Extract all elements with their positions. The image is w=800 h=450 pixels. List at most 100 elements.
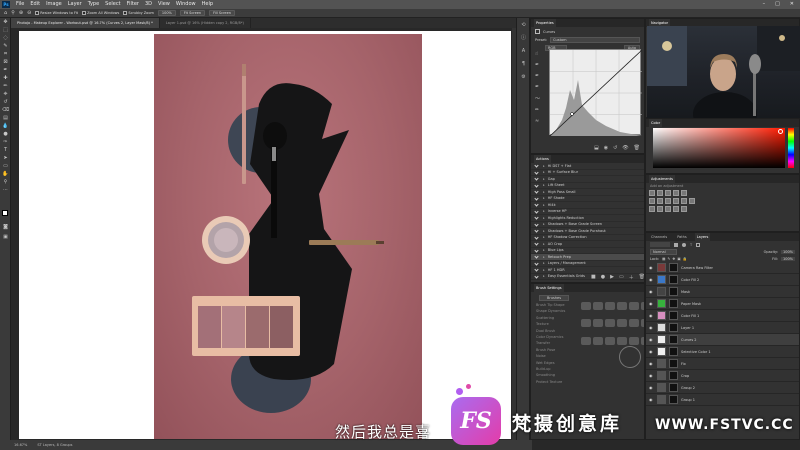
healing-brush-tool-icon[interactable]: ✚: [0, 74, 11, 82]
resize-windows-checkbox[interactable]: Resize Windows to Fit: [35, 11, 78, 15]
zoom-100-button[interactable]: 100%: [157, 10, 176, 16]
checkmark-icon[interactable]: [534, 209, 539, 214]
black-white-icon[interactable]: [665, 198, 671, 204]
frame-tool-icon[interactable]: ⊠: [0, 58, 11, 66]
layer-mask-thumbnail[interactable]: [669, 275, 678, 284]
foreground-color-swatch[interactable]: [2, 210, 8, 216]
info-panel-icon[interactable]: ⓘ: [517, 31, 530, 44]
glyphs-panel-icon[interactable]: ⚙: [517, 70, 530, 83]
document-tab-inactive[interactable]: Layer 1.psd @ 16% (Hidden copy 2, RGB/8*…: [160, 18, 251, 28]
gradient-map-icon[interactable]: [673, 206, 679, 212]
curves-graph[interactable]: [549, 49, 642, 136]
visibility-eye-icon[interactable]: ◉: [649, 349, 654, 354]
folder-icon[interactable]: ▸: [543, 261, 545, 265]
clip-to-layer-icon[interactable]: ⬓: [594, 145, 599, 151]
clone-stamp-tool-icon[interactable]: ⎈: [0, 90, 11, 98]
zoom-tool-icon[interactable]: ⚲: [11, 10, 15, 16]
new-set-icon[interactable]: ▭: [619, 274, 624, 281]
folder-icon[interactable]: ▸: [543, 268, 545, 272]
layer-row[interactable]: ◉ Layer 1: [646, 322, 799, 334]
tab-paths[interactable]: Paths: [675, 233, 689, 241]
menu-3d[interactable]: 3D: [145, 0, 152, 9]
checkmark-icon[interactable]: [534, 267, 539, 272]
checkmark-icon[interactable]: [534, 183, 539, 188]
eraser-tool-icon[interactable]: ⌫: [0, 106, 11, 114]
brush-option[interactable]: Protect Texture: [536, 380, 644, 386]
menu-file[interactable]: File: [16, 0, 24, 9]
layer-row[interactable]: ◉ Camera Raw Filter: [646, 262, 799, 274]
scrubby-zoom-checkbox[interactable]: Scrubby Zoom: [123, 11, 154, 15]
layer-row[interactable]: ◉ Color Fill 2: [646, 274, 799, 286]
layer-thumbnail[interactable]: [657, 299, 666, 308]
layer-mask-thumbnail[interactable]: [669, 359, 678, 368]
layer-thumbnail[interactable]: [657, 371, 666, 380]
screen-mode-icon[interactable]: ▣: [0, 233, 11, 241]
checkmark-icon[interactable]: [534, 248, 539, 253]
preset-select[interactable]: Custom: [550, 37, 640, 43]
view-previous-icon[interactable]: ◉: [604, 145, 608, 151]
maximize-button[interactable]: □: [775, 0, 780, 9]
path-select-tool-icon[interactable]: ➤: [0, 154, 11, 162]
gray-point-eyedropper-icon[interactable]: ✒: [535, 73, 545, 79]
opacity-field[interactable]: 100%: [780, 250, 795, 254]
adjustment-filter-icon[interactable]: [682, 242, 686, 247]
folder-icon[interactable]: ▸: [543, 177, 545, 181]
layer-thumbnail[interactable]: [657, 359, 666, 368]
checkmark-icon[interactable]: [534, 163, 539, 168]
layer-thumbnail[interactable]: [657, 311, 666, 320]
more-tools-icon[interactable]: ⋯: [0, 186, 11, 194]
hue-saturation-icon[interactable]: [649, 198, 655, 204]
brush-tool-icon[interactable]: ✏: [0, 82, 11, 90]
document-photo[interactable]: [154, 34, 422, 439]
on-image-adjust-icon[interactable]: ☝: [535, 51, 545, 57]
white-point-eyedropper-icon[interactable]: ✒: [535, 84, 545, 90]
posterize-icon[interactable]: [657, 206, 663, 212]
visibility-eye-icon[interactable]: ◉: [649, 301, 654, 306]
folder-icon[interactable]: ▸: [543, 274, 545, 278]
hue-slider[interactable]: [788, 128, 794, 168]
pen-tool-icon[interactable]: ✑: [0, 138, 11, 146]
checkmark-icon[interactable]: [534, 189, 539, 194]
layer-kind-filter[interactable]: [650, 242, 670, 247]
folder-icon[interactable]: ▸: [543, 209, 545, 213]
brush-tip-grid[interactable]: [581, 302, 644, 352]
folder-icon[interactable]: ▸: [543, 164, 545, 168]
quick-select-tool-icon[interactable]: ✎: [0, 42, 11, 50]
folder-icon[interactable]: ▸: [543, 190, 545, 194]
move-tool-icon[interactable]: ✥: [0, 18, 11, 26]
visibility-eye-icon[interactable]: ◉: [649, 265, 654, 270]
lock-icons[interactable]: ▦✎✥▣🔒: [662, 257, 689, 261]
checkmark-icon[interactable]: [534, 222, 539, 227]
visibility-eye-icon[interactable]: ◉: [649, 325, 654, 330]
color-field[interactable]: [653, 128, 785, 168]
blend-mode-select[interactable]: Normal: [650, 249, 677, 255]
reset-icon[interactable]: ↺: [613, 145, 617, 151]
visibility-icon[interactable]: 👁: [622, 145, 628, 151]
menu-image[interactable]: Image: [46, 0, 62, 9]
zoom-all-windows-checkbox[interactable]: Zoom All Windows: [82, 11, 119, 15]
checkmark-icon[interactable]: [534, 196, 539, 201]
layer-row[interactable]: ◉ Paper Mask: [646, 298, 799, 310]
layer-mask-thumbnail[interactable]: [669, 347, 678, 356]
history-panel-icon[interactable]: ⟲: [517, 18, 530, 31]
checkmark-icon[interactable]: [534, 176, 539, 181]
menu-filter[interactable]: Filter: [127, 0, 139, 9]
layer-mask-thumbnail[interactable]: [669, 395, 678, 404]
smooth-curve-icon[interactable]: ≈: [535, 118, 545, 124]
folder-icon[interactable]: ▸: [543, 216, 545, 220]
minimize-button[interactable]: –: [763, 0, 766, 9]
folder-icon[interactable]: ▸: [543, 222, 545, 226]
tab-actions[interactable]: Actions: [534, 155, 551, 163]
layer-thumbnail[interactable]: [657, 287, 666, 296]
tab-brush-settings[interactable]: Brush Settings: [534, 284, 564, 292]
selective-color-icon[interactable]: [681, 206, 687, 212]
checkmark-icon[interactable]: [534, 170, 539, 175]
close-button[interactable]: ✕: [790, 0, 794, 9]
layer-mask-thumbnail[interactable]: [669, 299, 678, 308]
checkmark-icon[interactable]: [534, 202, 539, 207]
channel-mixer-icon[interactable]: [681, 198, 687, 204]
threshold-icon[interactable]: [665, 206, 671, 212]
layer-mask-thumbnail[interactable]: [669, 287, 678, 296]
layer-mask-thumbnail[interactable]: [669, 335, 678, 344]
tab-properties[interactable]: Properties: [534, 19, 556, 27]
